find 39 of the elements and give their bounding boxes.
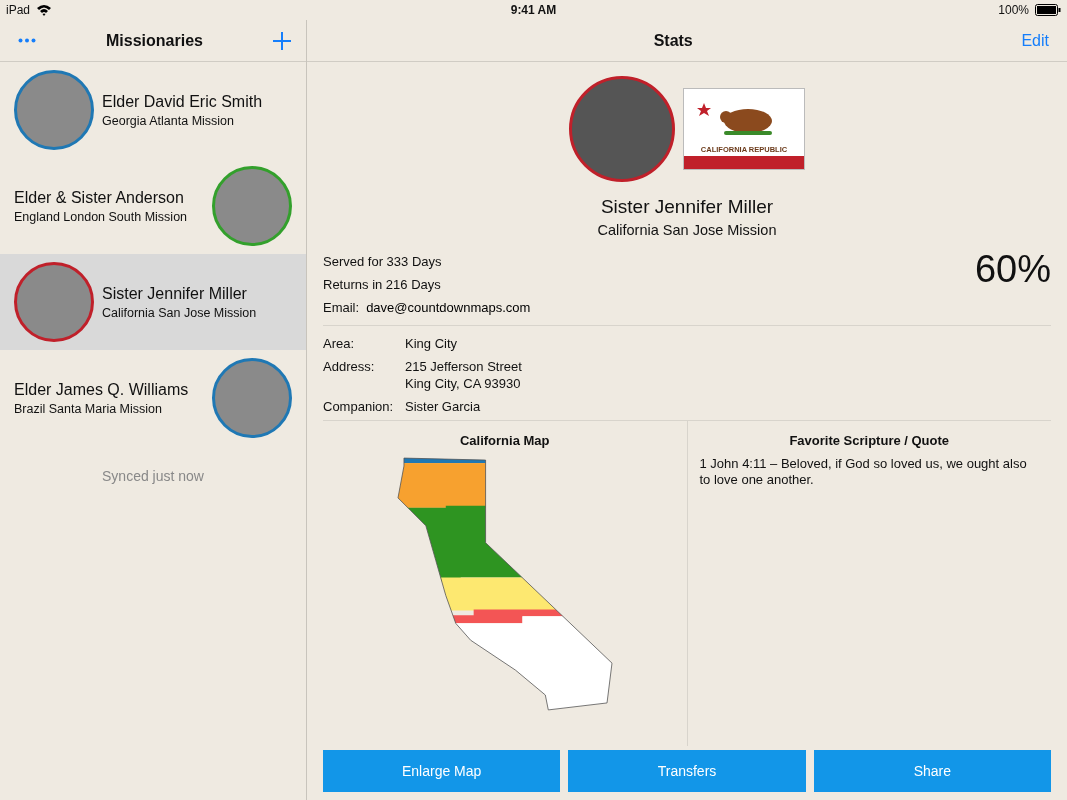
profile-mission: California San Jose Mission: [596, 222, 778, 238]
sidebar-title: Missionaries: [106, 31, 203, 50]
more-icon[interactable]: [18, 38, 36, 43]
missionary-name: Elder James Q. Williams: [14, 380, 189, 399]
battery-icon: [1035, 4, 1061, 16]
status-time: 9:41 AM: [510, 3, 557, 17]
mission-name: Georgia Atlanta Mission: [102, 113, 235, 128]
quote-text: 1 John 4:11 – Beloved, if God so loved us, we ought also to love one another.: [698, 456, 1028, 488]
email-label: Email:: [323, 300, 360, 315]
field-value: King City: [405, 336, 458, 351]
mission-name: California San Jose Mission: [102, 305, 257, 320]
mission-name: Brazil Santa Maria Mission: [14, 401, 163, 416]
field-label: Companion:: [323, 399, 395, 414]
wifi-icon: [36, 4, 53, 16]
battery-percent: 100%: [998, 3, 1029, 17]
map-title: California Map: [459, 433, 550, 448]
mission-name: England London South Mission: [14, 209, 188, 224]
profile-name: Sister Jennifer Miller: [599, 196, 775, 218]
sync-status: Synced just now: [101, 468, 205, 484]
add-icon[interactable]: [273, 31, 291, 50]
missionary-list-item[interactable]: Elder David Eric Smith Georgia Atlanta Mission: [0, 62, 306, 158]
served-text: Served for 333 Days: [323, 254, 443, 269]
field-value: Sister Garcia: [405, 399, 481, 414]
missionary-name: Elder & Sister Anderson: [14, 188, 185, 207]
field-value: 215 Jefferson Street: [405, 359, 522, 374]
quote-title: Favorite Scripture / Quote: [789, 433, 950, 448]
field-value: King City, CA 93930: [405, 376, 522, 391]
missionary-list-item[interactable]: Sister Jennifer Miller California San Jose Mission: [0, 254, 306, 350]
missionary-list-item[interactable]: Elder James Q. Williams Brazil Santa Maria Mission: [0, 350, 306, 446]
missionary-name: Sister Jennifer Miller: [102, 284, 248, 303]
field-label: Address:: [323, 359, 376, 376]
field-label: Area:: [323, 336, 356, 351]
progress-percent: 60%: [974, 248, 1051, 291]
missionary-list-item[interactable]: Elder & Sister Anderson England London South Mission: [0, 158, 306, 254]
missionary-name: Elder David Eric Smith: [102, 92, 263, 111]
detail-title: Stats: [653, 31, 693, 50]
device-label: iPad: [6, 3, 31, 17]
returns-text: Returns in 216 Days: [323, 277, 442, 292]
email-value: dave@countdownmaps.com: [366, 300, 531, 315]
